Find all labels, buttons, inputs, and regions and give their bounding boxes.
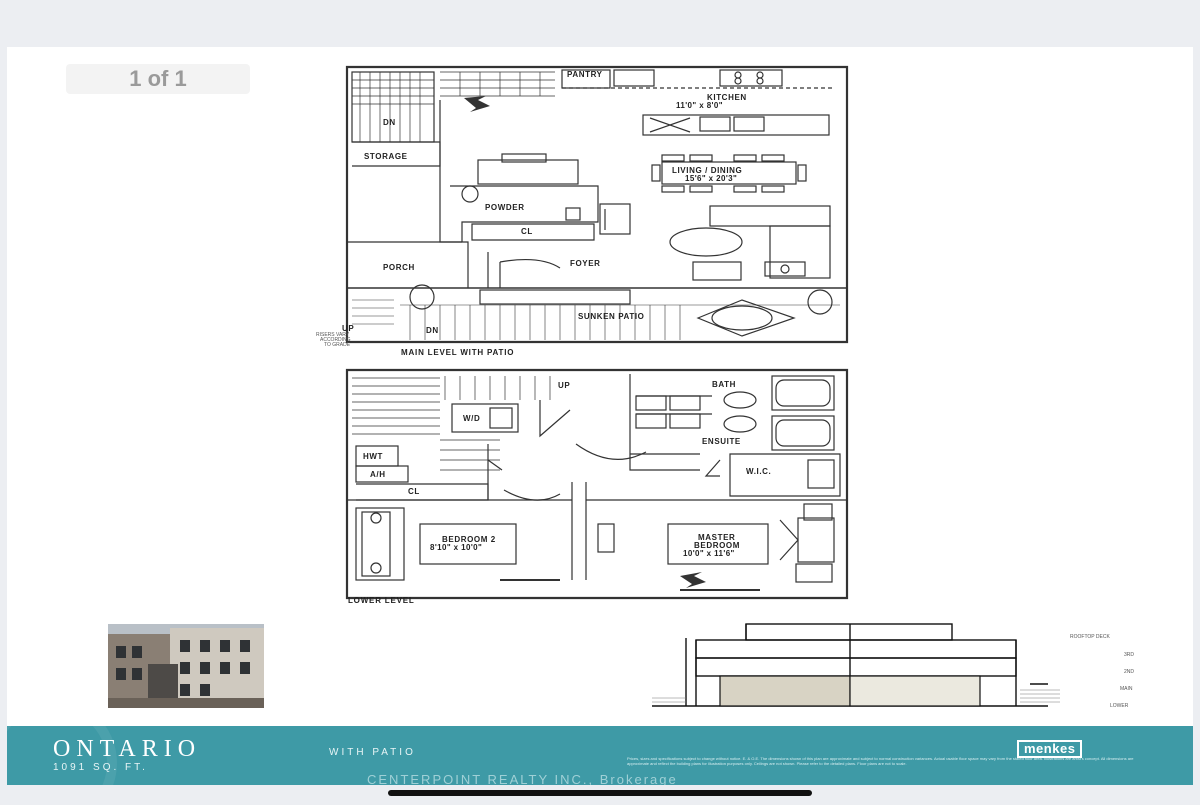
- kitchen-dim: 11'0" x 8'0": [676, 101, 723, 110]
- model-subtitle: WITH PATIO: [329, 747, 416, 758]
- wd-label: W/D: [463, 414, 480, 423]
- pantry-label: PANTRY: [567, 70, 603, 79]
- living-dim: 15'6" x 20'3": [685, 174, 737, 183]
- master-dim: 10'0" x 11'6": [683, 549, 735, 558]
- section-level-2nd: 2ND: [1124, 669, 1134, 675]
- main-level-caption: MAIN LEVEL WITH PATIO: [401, 348, 514, 357]
- dn-top-label: DN: [383, 118, 396, 127]
- hwt-label: HWT: [363, 452, 383, 461]
- foyer-label: FOYER: [570, 259, 601, 268]
- brokerage-watermark: CENTERPOINT REALTY INC., Brokerage: [367, 772, 678, 785]
- porch-label: PORCH: [383, 263, 415, 272]
- section-level-rooftop: ROOFTOP DECK: [1070, 634, 1110, 640]
- cl-main-label: CL: [521, 227, 533, 236]
- lower-level-caption: LOWER LEVEL: [348, 596, 415, 605]
- dn-bottom-label: DN: [426, 326, 439, 335]
- bedroom2-dim: 8'10" x 10'0": [430, 543, 482, 552]
- menkes-logo: menkes: [1017, 740, 1083, 758]
- building-photo: [108, 624, 264, 708]
- main-stair: [351, 71, 435, 143]
- model-area: 1091 SQ. FT.: [53, 762, 148, 773]
- section-level-3rd: 3RD: [1124, 652, 1134, 658]
- sunken-patio-label: SUNKEN PATIO: [578, 312, 644, 321]
- up-lower-label: UP: [558, 381, 570, 390]
- main-outline: [345, 65, 849, 344]
- section-level-main: MAIN: [1120, 686, 1133, 692]
- ah-label: A/H: [370, 470, 386, 479]
- bath-label: BATH: [712, 380, 736, 389]
- storage-label: STORAGE: [364, 152, 408, 161]
- risers-note-3: TO GRADE: [324, 342, 351, 348]
- brand-footer: ONTARIO WITH PATIO 1091 SQ. FT. Prices, …: [7, 726, 1193, 785]
- cl-lower-label: CL: [408, 487, 420, 496]
- ensuite-label: ENSUITE: [702, 437, 741, 446]
- powder-label: POWDER: [485, 203, 525, 212]
- home-indicator[interactable]: [388, 790, 812, 796]
- wic-label: W.I.C.: [746, 467, 771, 476]
- model-name: ONTARIO: [53, 736, 202, 762]
- section-level-lower: LOWER: [1110, 703, 1129, 709]
